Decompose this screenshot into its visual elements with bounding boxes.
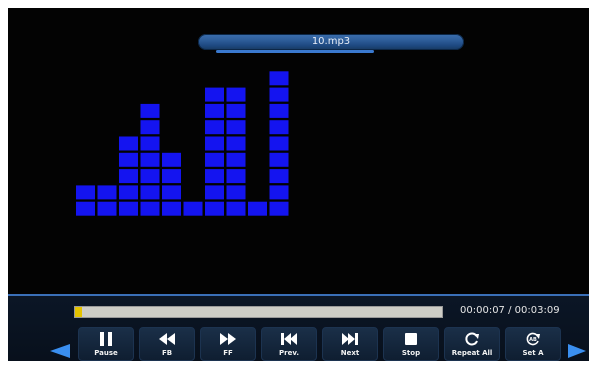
spectrum-block <box>205 120 224 135</box>
ab-repeat-icon: AB <box>526 332 540 346</box>
spectrum-block <box>140 152 160 167</box>
spectrum-block <box>269 71 289 86</box>
spectrum-block <box>183 201 203 216</box>
spectrum-block <box>140 169 160 184</box>
spectrum-block <box>119 169 138 184</box>
fast-forward-button[interactable]: FF <box>200 327 256 361</box>
svg-text:AB: AB <box>529 337 537 343</box>
spectrum-block <box>76 185 95 200</box>
skip-previous-icon <box>281 333 297 345</box>
spectrum-block <box>119 152 138 167</box>
spectrum-block <box>97 185 117 200</box>
spectrum-block <box>205 185 224 200</box>
spectrum-block <box>269 169 289 184</box>
spectrum-block <box>269 103 289 118</box>
spectrum-block <box>205 152 224 167</box>
spectrum-block <box>269 87 289 102</box>
spectrum-block <box>269 152 289 167</box>
pause-label: Pause <box>94 349 118 357</box>
previous-label: Prev. <box>279 349 299 357</box>
spectrum-block <box>162 201 181 216</box>
spectrum-block <box>226 201 246 216</box>
spectrum-block <box>226 136 246 151</box>
next-button[interactable]: Next <box>322 327 378 361</box>
spectrum-block <box>226 87 246 102</box>
player-screen: 10.mp3 00:00:07 / 00:03:09 Pause FB FF P… <box>8 8 589 361</box>
spectrum-visualizer <box>76 71 289 216</box>
set-a-label: Set A <box>522 349 544 357</box>
spectrum-block <box>226 169 246 184</box>
spectrum-block <box>205 103 224 118</box>
fast-backward-button[interactable]: FB <box>139 327 195 361</box>
stop-icon <box>405 333 417 345</box>
spectrum-block <box>205 201 224 216</box>
scroll-left-arrow-icon[interactable] <box>50 344 70 358</box>
spectrum-block <box>205 87 224 102</box>
spectrum-block <box>119 201 138 216</box>
spectrum-block <box>226 120 246 135</box>
spectrum-block <box>248 201 267 216</box>
spectrum-block <box>205 136 224 151</box>
spectrum-block <box>140 103 160 118</box>
repeat-icon <box>465 332 479 346</box>
spectrum-block <box>269 185 289 200</box>
fast-forward-icon <box>220 333 236 345</box>
spectrum-block <box>140 201 160 216</box>
fast-backward-icon <box>159 333 175 345</box>
set-a-button[interactable]: AB Set A <box>505 327 561 361</box>
fast-backward-label: FB <box>161 349 173 357</box>
spectrum-block <box>162 152 181 167</box>
spectrum-block <box>119 185 138 200</box>
time-display: 00:00:07 / 00:03:09 <box>460 305 560 316</box>
spectrum-block <box>140 136 160 151</box>
spectrum-block <box>269 136 289 151</box>
spectrum-block <box>76 201 95 216</box>
spectrum-block <box>205 169 224 184</box>
repeat-all-label: Repeat All <box>451 349 493 357</box>
spectrum-block <box>226 185 246 200</box>
spectrum-block <box>226 103 246 118</box>
spectrum-block <box>269 120 289 135</box>
fast-forward-label: FF <box>223 349 233 357</box>
stop-label: Stop <box>401 349 421 357</box>
spectrum-block <box>140 120 160 135</box>
progress-fill <box>75 307 83 317</box>
spectrum-block <box>119 136 138 151</box>
spectrum-block <box>162 185 181 200</box>
skip-next-icon <box>342 333 358 345</box>
progress-bar[interactable] <box>74 306 443 318</box>
spectrum-block <box>162 169 181 184</box>
previous-button[interactable]: Prev. <box>261 327 317 361</box>
spectrum-block <box>269 201 289 216</box>
pause-button[interactable]: Pause <box>78 327 134 361</box>
spectrum-block <box>140 185 160 200</box>
repeat-all-button[interactable]: Repeat All <box>444 327 500 361</box>
next-label: Next <box>340 349 360 357</box>
spectrum-block <box>97 201 117 216</box>
stop-button[interactable]: Stop <box>383 327 439 361</box>
scroll-right-arrow-icon[interactable] <box>568 344 586 358</box>
pause-icon <box>100 332 112 346</box>
spectrum-block <box>226 152 246 167</box>
